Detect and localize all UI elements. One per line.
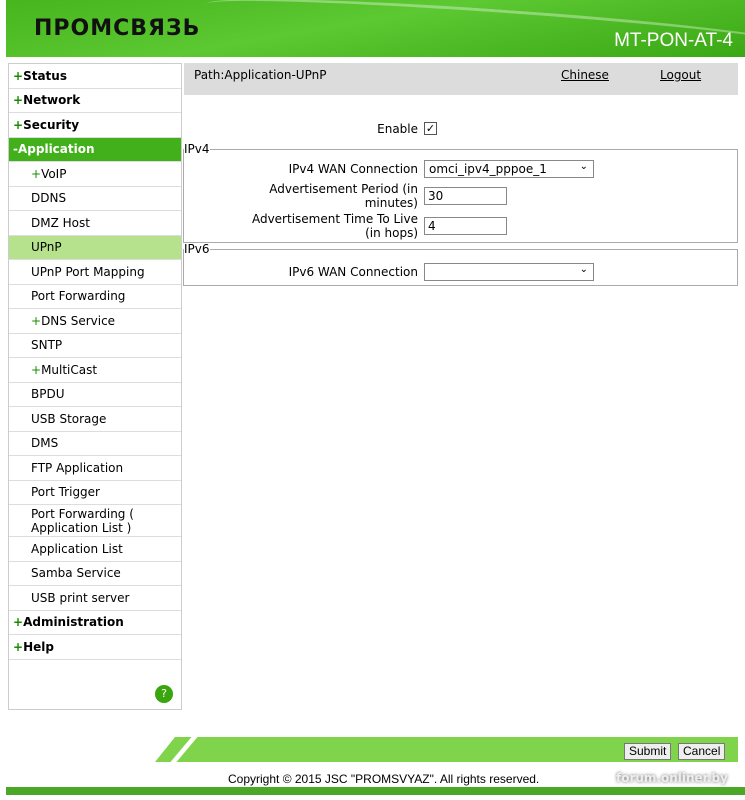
device-model: MT-PON-AT-4: [614, 30, 733, 51]
sidebar-item-upnp[interactable]: UPnP: [9, 235, 181, 260]
sidebar-item-label: DMZ Host: [31, 215, 90, 230]
header-banner: ПРОМСВЯЗЬ MT-PON-AT-4: [6, 0, 745, 57]
sidebar-item-label: Help: [23, 639, 54, 654]
copyright: Copyright © 2015 JSC "PROMSVYAZ". All ri…: [228, 772, 540, 786]
sidebar-item-label: UPnP: [31, 240, 62, 255]
sidebar-item-label: Port Trigger: [31, 485, 100, 500]
sidebar-item-application[interactable]: - Application: [9, 137, 181, 162]
sidebar-item-label: Network: [23, 93, 81, 108]
sidebar-item-label: USB print server: [31, 590, 130, 605]
sidebar-item-label: USB Storage: [31, 411, 107, 426]
sidebar-item-sntp[interactable]: SNTP: [9, 334, 181, 358]
sidebar-item-label: MultiCast: [41, 362, 98, 377]
ipv6-legend: IPv6: [184, 242, 210, 256]
adv-ttl-input[interactable]: 4: [424, 217, 507, 235]
ipv6-wan-select[interactable]: ⌄: [424, 263, 594, 281]
sidebar-item-label: Port Forwarding: [31, 289, 126, 304]
expand-icon: +: [13, 93, 24, 108]
sidebar-item-label: DMS: [31, 436, 59, 451]
path-bar: Path:Application-UPnP Chinese Logout: [184, 63, 738, 95]
bottom-stripe: [6, 787, 745, 795]
sidebar-item-network[interactable]: + Network: [9, 89, 181, 113]
enable-checkbox[interactable]: ✓: [424, 122, 437, 135]
expand-icon: +: [13, 117, 24, 132]
sidebar-item-samba-service[interactable]: Samba Service: [9, 562, 181, 586]
expand-icon: +: [13, 639, 24, 654]
sidebar-item-upnp-port-mapping[interactable]: UPnP Port Mapping: [9, 260, 181, 285]
sidebar-item-ddns[interactable]: DDNS: [9, 187, 181, 211]
sidebar-item-label: Samba Service: [31, 566, 121, 581]
sidebar-item-label: Administration: [23, 615, 124, 630]
sidebar-item-label: Port Forwarding ( Application List ): [31, 506, 134, 535]
sidebar-item-multicast[interactable]: + MultiCast: [9, 358, 181, 383]
expand-icon: +: [31, 166, 42, 181]
sidebar-item-administration[interactable]: + Administration: [9, 611, 181, 635]
brand-logo: ПРОМСВЯЗЬ: [34, 16, 201, 41]
adv-ttl-label: Advertisement Time To Live (in hops): [251, 212, 418, 240]
sidebar-item-dms[interactable]: DMS: [9, 432, 181, 456]
enable-label: Enable: [377, 122, 418, 136]
breadcrumb: Path:Application-UPnP: [194, 68, 327, 82]
adv-period-input[interactable]: 30: [424, 187, 507, 205]
sidebar-item-application-list[interactable]: Application List: [9, 537, 181, 562]
sidebar-item-usb-storage[interactable]: USB Storage: [9, 407, 181, 432]
sidebar-item-bpdu[interactable]: BPDU: [9, 383, 181, 407]
sidebar-item-help[interactable]: + Help: [9, 635, 181, 660]
expand-icon: +: [13, 68, 24, 83]
expand-icon: +: [31, 313, 42, 328]
sidebar-item-port-forwarding[interactable]: Port Forwarding: [9, 285, 181, 309]
sidebar-menu: + Status + Network + Security - Application + VoI…: [8, 63, 182, 710]
sidebar-item-dmz-host[interactable]: DMZ Host: [9, 211, 181, 236]
sidebar-item-voip[interactable]: + VoIP: [9, 162, 181, 187]
chinese-link[interactable]: Chinese: [561, 68, 609, 82]
sidebar-item-label: Application List: [31, 541, 123, 556]
sidebar-item-label: DNS Service: [41, 313, 116, 328]
watermark: forum.onliner.by: [616, 771, 728, 785]
ipv4-wan-value: omci_ipv4_pppoe_1: [429, 162, 547, 176]
sidebar-item-label: UPnP Port Mapping: [31, 264, 145, 279]
sidebar-item-dns-service[interactable]: + DNS Service: [9, 309, 181, 334]
sidebar-item-label: Security: [23, 117, 80, 132]
chevron-down-icon: ⌄: [579, 264, 588, 275]
logout-link[interactable]: Logout: [660, 68, 701, 82]
bar-stripe: [170, 737, 198, 762]
sidebar-item-label: DDNS: [31, 191, 67, 206]
sidebar-item-port-trigger[interactable]: Port Trigger: [9, 481, 181, 505]
sidebar-item-port-forwarding-application-list[interactable]: Port Forwarding ( Application List ): [9, 505, 181, 537]
sidebar-item-label: Application: [17, 142, 95, 157]
ipv4-legend: IPv4: [184, 142, 210, 156]
sidebar-item-label: Status: [23, 68, 67, 83]
chevron-down-icon: ⌄: [579, 161, 588, 172]
sidebar-item-label: VoIP: [41, 166, 67, 181]
sidebar-item-usb-print-server[interactable]: USB print server: [9, 586, 181, 611]
expand-icon: +: [13, 615, 24, 630]
sidebar-item-label: BPDU: [31, 387, 65, 402]
cancel-button[interactable]: Cancel: [678, 743, 726, 760]
sidebar-item-ftp-application[interactable]: FTP Application: [9, 456, 181, 481]
sidebar-item-label: FTP Application: [31, 460, 124, 475]
ipv4-wan-select[interactable]: omci_ipv4_pppoe_1 ⌄: [424, 160, 594, 178]
sidebar-item-label: SNTP: [31, 338, 63, 353]
ipv6-wan-label: IPv6 WAN Connection: [288, 265, 418, 279]
ipv4-wan-label: IPv4 WAN Connection: [288, 162, 418, 176]
submit-button[interactable]: Submit: [624, 743, 672, 760]
sidebar-item-security[interactable]: + Security: [9, 113, 181, 138]
help-icon[interactable]: ?: [155, 685, 173, 703]
adv-period-label: Advertisement Period (in minutes): [269, 182, 418, 210]
sidebar-item-status[interactable]: + Status: [9, 64, 181, 89]
expand-icon: +: [31, 362, 42, 377]
